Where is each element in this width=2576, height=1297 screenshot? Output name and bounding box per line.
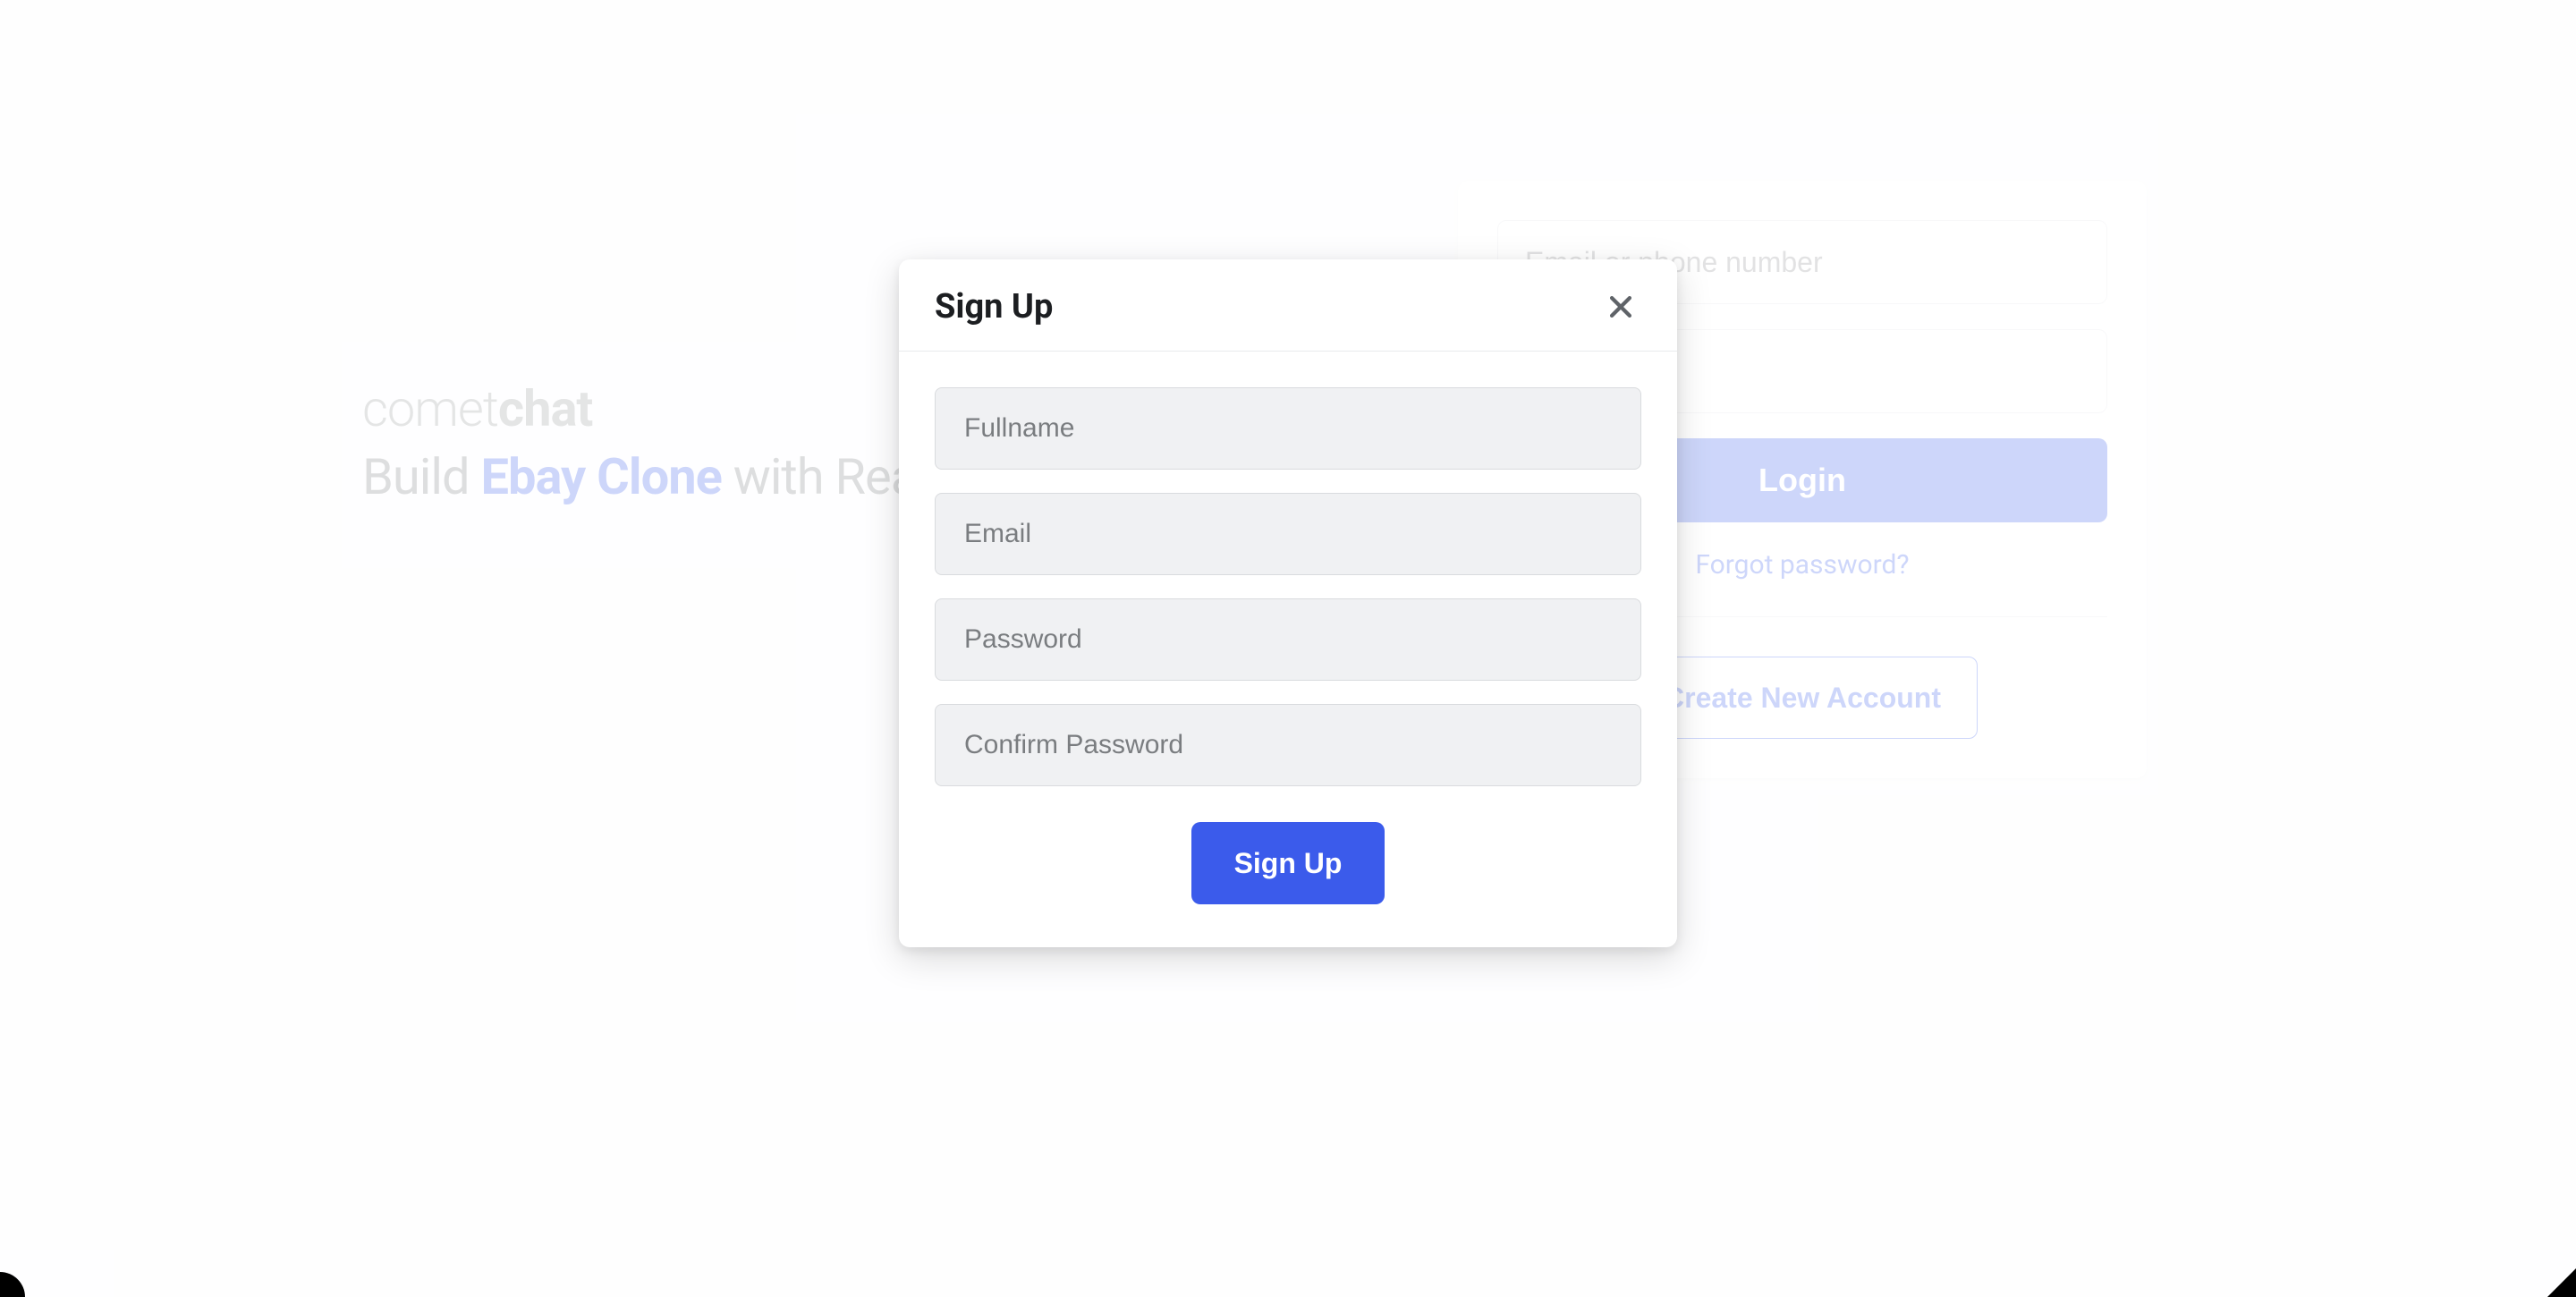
close-icon bbox=[1606, 292, 1636, 322]
signup-modal: Sign Up Sign Up bbox=[899, 259, 1677, 947]
signup-password-input[interactable] bbox=[935, 598, 1641, 681]
signup-confirm-password-input[interactable] bbox=[935, 704, 1641, 786]
modal-close-button[interactable] bbox=[1600, 286, 1641, 327]
signup-fullname-input[interactable] bbox=[935, 387, 1641, 470]
modal-title: Sign Up bbox=[935, 287, 1053, 326]
signup-email-input[interactable] bbox=[935, 493, 1641, 575]
modal-overlay[interactable]: Sign Up Sign Up bbox=[0, 0, 2576, 1297]
signup-submit-button[interactable]: Sign Up bbox=[1191, 822, 1385, 904]
modal-header: Sign Up bbox=[899, 259, 1677, 352]
modal-body: Sign Up bbox=[899, 352, 1677, 947]
